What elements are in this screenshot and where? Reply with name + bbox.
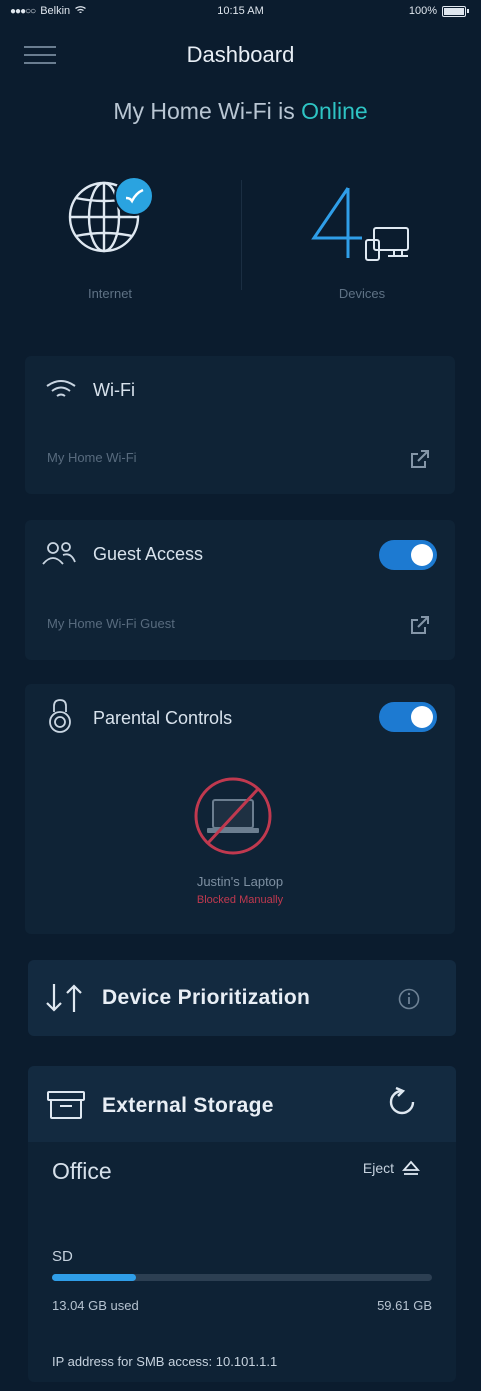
devices-label: Devices (338, 286, 386, 301)
battery-icon (442, 5, 466, 17)
storage-total: 59.61 GB (377, 1298, 432, 1313)
page-title: Dashboard (186, 42, 295, 67)
storage-usage-bar (52, 1274, 432, 1281)
device-prioritization-card[interactable]: Device Prioritization (28, 960, 456, 1036)
guest-access-title: Guest Access (93, 544, 204, 564)
smb-address: IP address for SMB access: 10.101.1.1 (52, 1354, 278, 1369)
drive-name: Office (52, 1158, 112, 1184)
network-status-prefix: My Home Wi-Fi is (113, 98, 295, 124)
sort-arrows-icon (46, 984, 82, 1012)
toggle-knob (411, 706, 433, 728)
device-prioritization-title: Device Prioritization (102, 986, 311, 1009)
volume-label: SD (52, 1248, 73, 1265)
devices-count-number (311, 187, 362, 258)
blocked-device-status: Blocked Manually (196, 894, 284, 906)
guest-access-card[interactable]: Guest Access My Home Wi-Fi Guest (25, 520, 455, 660)
wifi-icon (46, 380, 76, 397)
guest-access-toggle[interactable] (379, 540, 437, 570)
wifi-card[interactable]: Wi-Fi My Home Wi-Fi (25, 356, 455, 494)
internet-tile[interactable] (66, 172, 158, 256)
parental-controls-toggle[interactable] (379, 702, 437, 732)
internet-label: Internet (87, 286, 133, 301)
battery-area: 100% (409, 5, 469, 17)
info-icon[interactable] (398, 988, 420, 1010)
toggle-knob (411, 544, 433, 566)
parental-controls-title: Parental Controls (93, 708, 233, 728)
battery-percent: 100% (408, 5, 437, 17)
devices-tile[interactable]: 4 (300, 182, 420, 266)
guest-users-icon (42, 542, 76, 565)
refresh-icon[interactable] (386, 1086, 418, 1118)
summary-divider (241, 180, 242, 290)
wifi-network-name: My Home Wi-Fi (47, 450, 137, 465)
blocked-device-name: Justin's Laptop (196, 874, 284, 889)
online-check-badge-icon (114, 176, 154, 216)
status-bar: ●●●○○ Belkin 10:15 AM 100% (0, 0, 481, 22)
guest-network-name: My Home Wi-Fi Guest (47, 616, 175, 631)
external-link-icon[interactable] (409, 448, 431, 470)
padlock-icon (49, 699, 71, 733)
external-storage-card: External Storage Office Eject SD 13.04 G… (28, 1066, 456, 1382)
external-link-icon[interactable] (409, 614, 431, 636)
parental-controls-card[interactable]: Parental Controls Justin's Laptop Blocke… (25, 684, 455, 934)
eject-icon (402, 1160, 420, 1175)
devices-icon (365, 227, 409, 261)
network-status-line: My Home Wi-Fi is Online (0, 98, 481, 125)
external-storage-title: External Storage (102, 1094, 274, 1117)
storage-drive-icon (47, 1091, 85, 1119)
blocked-laptop-icon[interactable] (193, 776, 273, 856)
eject-button[interactable]: Eject (363, 1160, 420, 1176)
wifi-title: Wi-Fi (93, 380, 135, 400)
storage-used: 13.04 GB used (52, 1298, 139, 1313)
eject-label: Eject (362, 1160, 394, 1176)
battery-tip-icon (467, 9, 469, 13)
storage-usage-fill (52, 1274, 136, 1281)
network-status-value: Online (301, 98, 368, 124)
